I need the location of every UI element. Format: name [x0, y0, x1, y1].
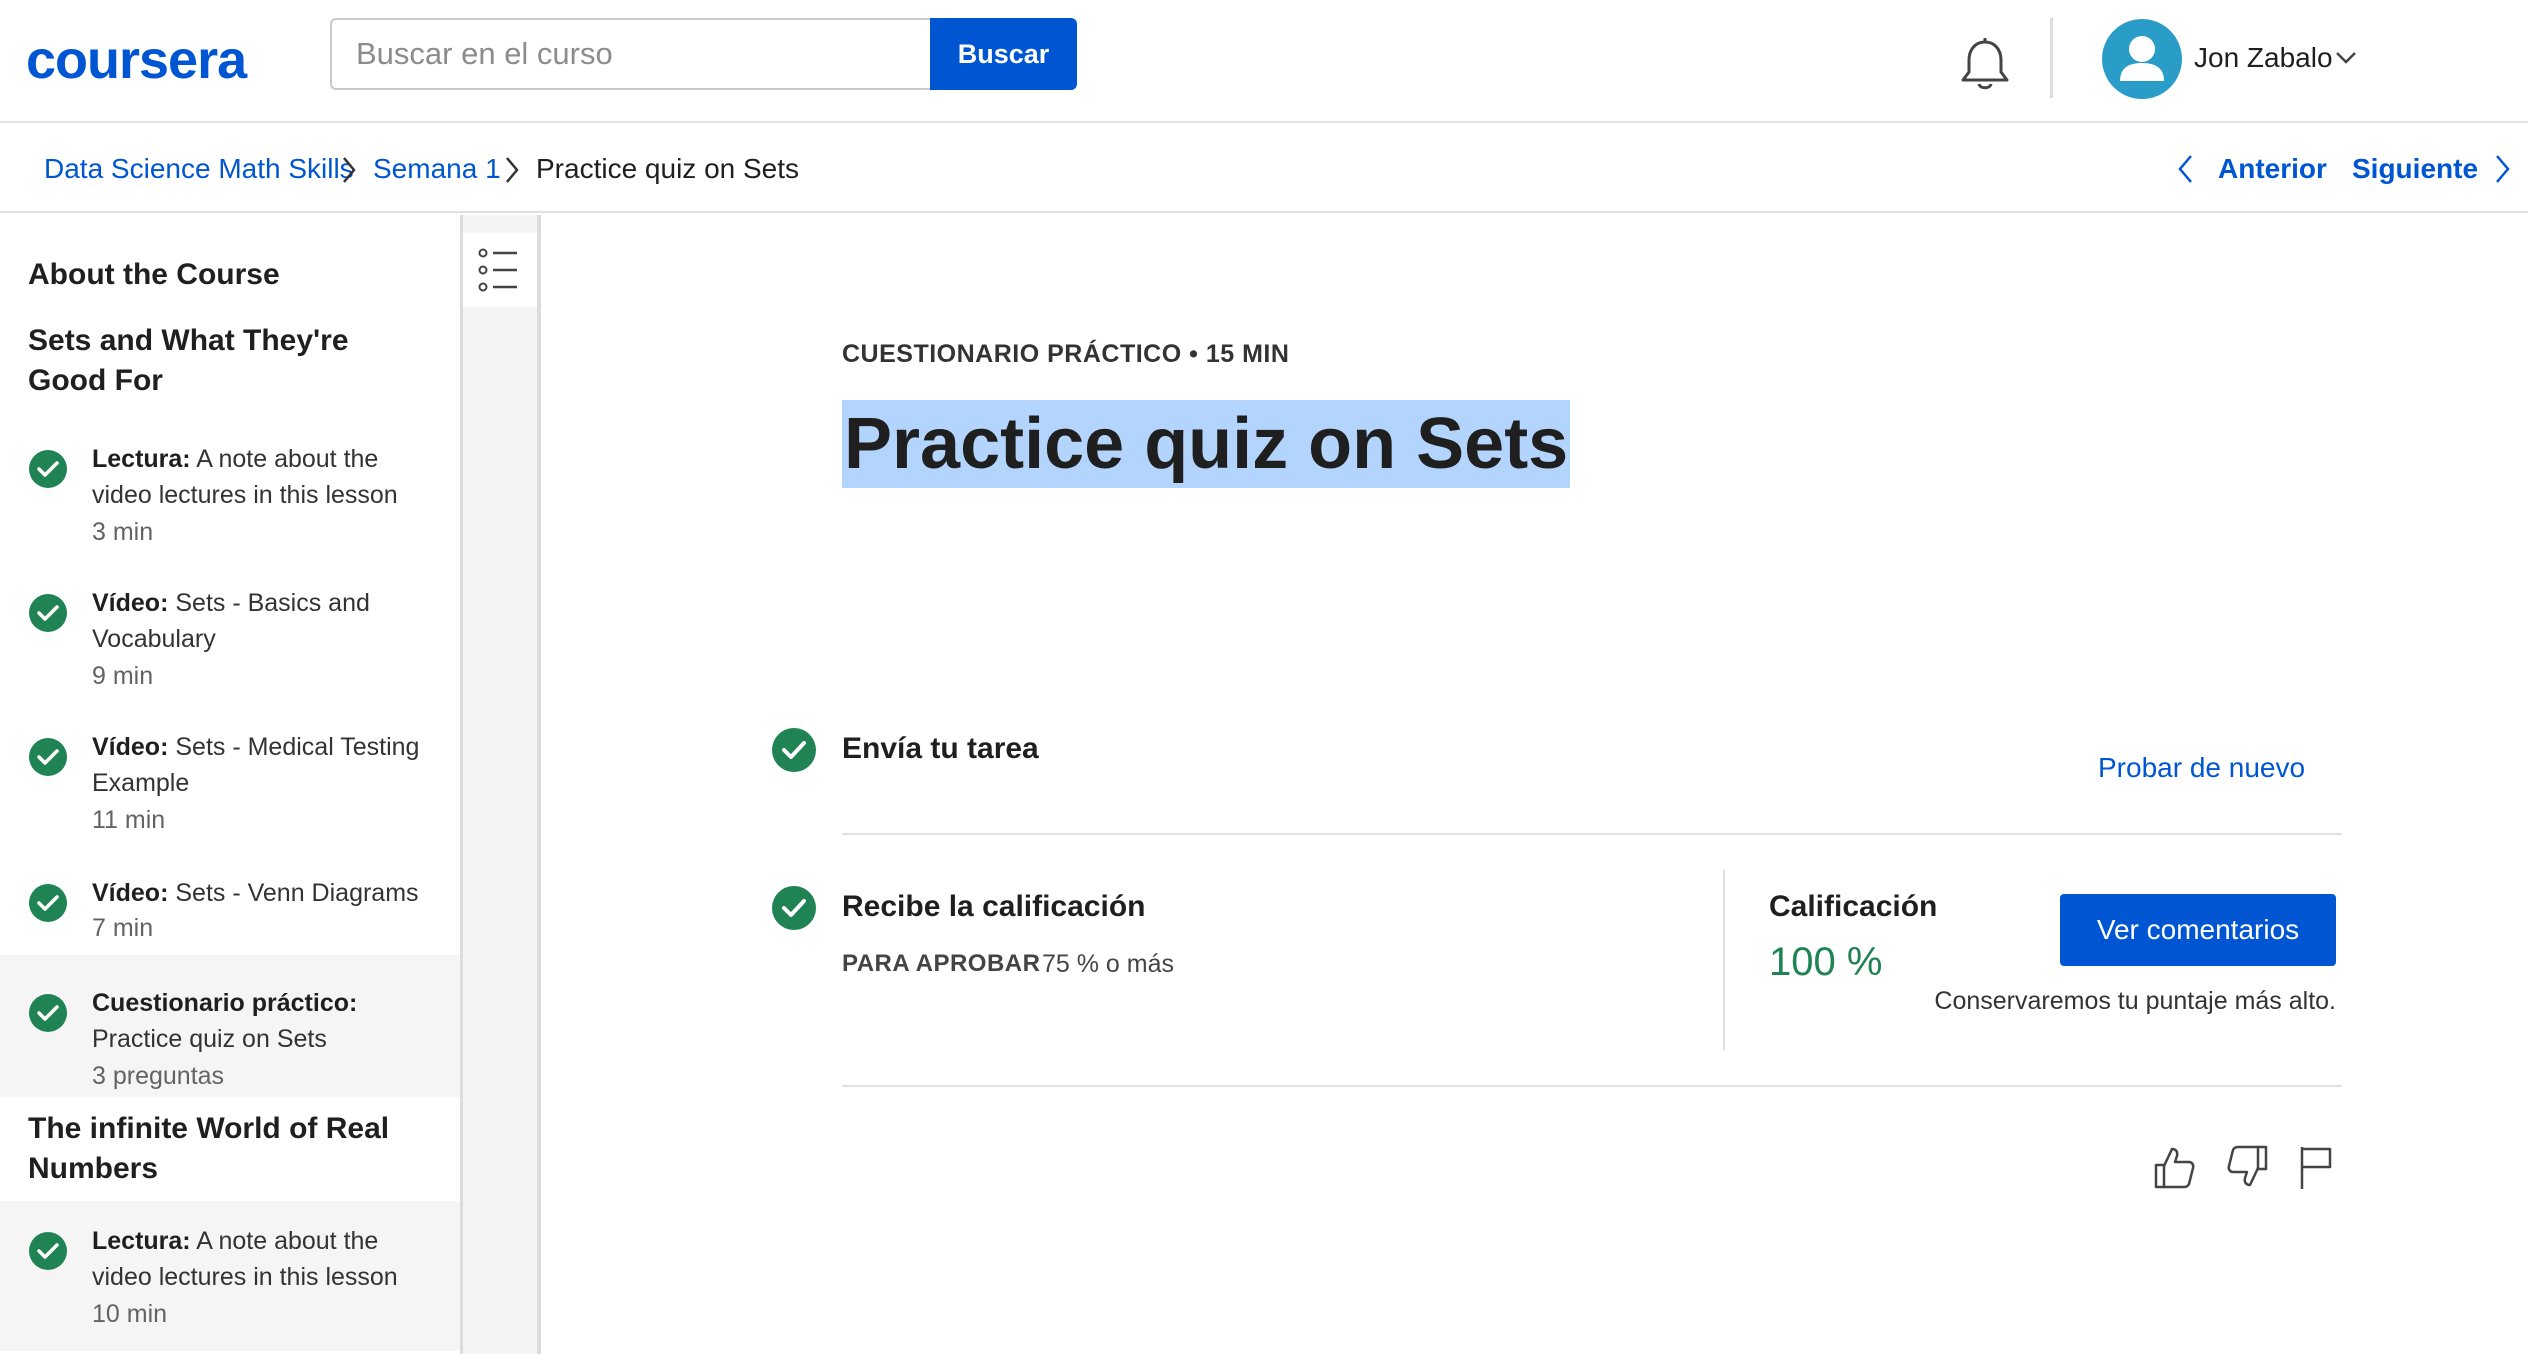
outline-toggle-button[interactable]	[463, 233, 537, 307]
user-avatar-icon[interactable]	[2102, 19, 2182, 99]
highest-score-note: Conservaremos tu puntaje más alto.	[1934, 987, 2336, 1015]
sidebar-item-video-venn[interactable]: Vídeo: Sets - Venn Diagrams 7 min	[0, 857, 460, 965]
sidebar-item-duration: 10 min	[92, 1300, 168, 1328]
page-title: Practice quiz on Sets	[842, 400, 1571, 488]
header-divider	[2050, 18, 2053, 98]
chevron-right-icon	[506, 157, 519, 183]
sidebar-item-reading-note-2[interactable]: Lectura: A note about the video lectures…	[0, 1201, 460, 1351]
bell-icon[interactable]	[1958, 36, 2012, 92]
check-circle-icon	[29, 738, 67, 776]
course-outline-sidebar: About the Course Sets and What They're G…	[0, 215, 460, 1354]
previous-item-link[interactable]: Anterior	[2218, 153, 2327, 185]
divider	[842, 833, 2342, 835]
check-circle-icon	[29, 884, 67, 922]
breadcrumb: Data Science Math Skills Semana 1 Practi…	[0, 123, 2528, 213]
thumbs-down-icon[interactable]	[2226, 1143, 2270, 1191]
sidebar-item-duration: 11 min	[92, 806, 166, 834]
chevron-right-icon	[343, 157, 356, 183]
breadcrumb-current: Practice quiz on Sets	[536, 153, 800, 184]
coursera-logo[interactable]: coursera	[26, 30, 286, 88]
sidebar-item-label: Vídeo: Sets - Venn Diagrams	[92, 879, 419, 907]
check-circle-icon	[29, 994, 67, 1032]
flag-icon[interactable]	[2294, 1143, 2338, 1191]
divider	[842, 1085, 2342, 1087]
sidebar-item-duration: 9 min	[92, 662, 154, 690]
check-circle-icon	[772, 728, 816, 772]
sidebar-item-practice-quiz[interactable]: Cuestionario práctico: Practice quiz on S…	[0, 955, 460, 1097]
pass-threshold-value: 75 % o más	[1042, 950, 1175, 978]
pass-threshold-label: PARA APROBAR	[842, 950, 1041, 977]
list-icon	[478, 248, 517, 292]
section-title-about[interactable]: About the Course	[28, 255, 428, 295]
search-input[interactable]	[330, 18, 930, 90]
check-circle-icon	[29, 450, 67, 488]
chevron-down-icon[interactable]	[2334, 50, 2358, 66]
user-name[interactable]: Jon Zabalo	[2194, 42, 2333, 74]
chevron-right-icon[interactable]	[2494, 153, 2512, 185]
section-title-sets[interactable]: Sets and What They're Good For	[28, 321, 428, 401]
item-kicker: CUESTIONARIO PRÁCTICO • 15 MIN	[842, 340, 1290, 368]
sidebar-item-video-basics[interactable]: Vídeo: Sets - Basics and Vocabulary 9 mi…	[0, 569, 460, 713]
sidebar-item-label: Lectura: A note about the video lectures…	[92, 445, 398, 509]
view-feedback-button[interactable]: Ver comentarios	[2060, 894, 2336, 966]
thumbs-up-icon[interactable]	[2152, 1143, 2196, 1191]
check-circle-icon	[29, 594, 67, 632]
sidebar-item-label: Lectura: A note about the video lectures…	[92, 1227, 398, 1291]
outline-toggle-strip	[463, 215, 537, 1354]
sidebar-item-label: Vídeo: Sets - Medical Testing Example	[92, 733, 420, 797]
sidebar-item-video-medical[interactable]: Vídeo: Sets - Medical Testing Example 11…	[0, 713, 460, 857]
sidebar-item-reading-note[interactable]: Lectura: A note about the video lectures…	[0, 425, 460, 569]
submit-step-title: Envía tu tarea	[842, 732, 1039, 765]
svg-text:coursera: coursera	[26, 30, 248, 88]
search-button[interactable]: Buscar	[930, 18, 1077, 90]
section-title-real-numbers[interactable]: The infinite World of Real Numbers	[28, 1109, 428, 1189]
grade-value: 100 %	[1769, 940, 1883, 984]
sidebar-item-duration: 3 min	[92, 518, 154, 546]
next-item-link[interactable]: Siguiente	[2352, 153, 2478, 185]
breadcrumb-course-link[interactable]: Data Science Math Skills	[44, 153, 354, 185]
grade-label: Calificación	[1769, 890, 1938, 923]
breadcrumb-week-link[interactable]: Semana 1	[373, 153, 501, 185]
check-circle-icon	[29, 1232, 67, 1270]
sidebar-item-duration: 3 preguntas	[92, 1062, 225, 1090]
top-header: coursera Buscar Jon Zabalo	[0, 0, 2528, 123]
sidebar-item-label: Cuestionario práctico: Practice quiz on S…	[92, 989, 358, 1053]
retry-link[interactable]: Probar de nuevo	[2098, 752, 2305, 784]
sidebar-item-duration: 7 min	[92, 914, 154, 942]
grade-divider	[1723, 870, 1725, 1050]
chevron-left-icon[interactable]	[2176, 153, 2194, 185]
content-divider	[537, 215, 541, 1354]
check-circle-icon	[772, 886, 816, 930]
grade-step-title: Recibe la calificación	[842, 890, 1146, 923]
sidebar-item-label: Vídeo: Sets - Basics and Vocabulary	[92, 589, 370, 653]
